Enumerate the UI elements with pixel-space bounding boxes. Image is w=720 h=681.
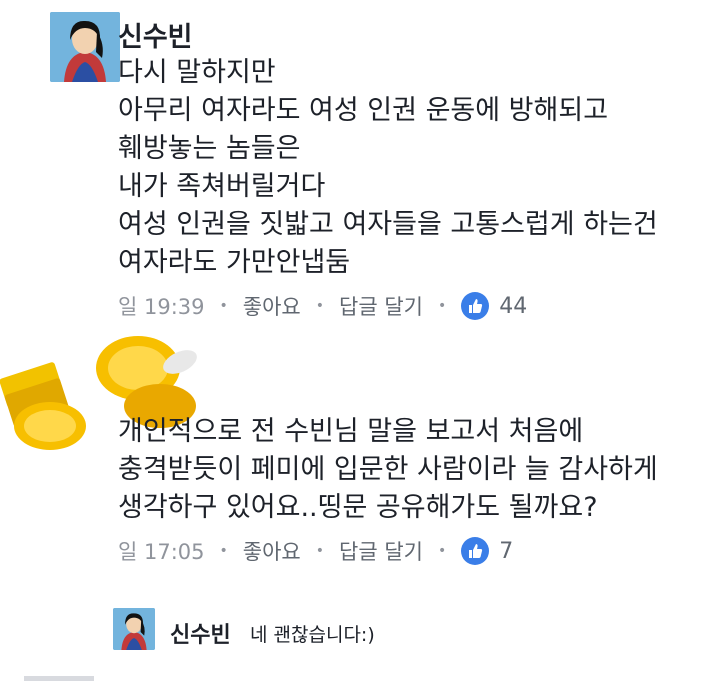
reply-text: 네 괜찮습니다:) (250, 624, 375, 646)
avatar[interactable] (50, 12, 120, 82)
comment-meta: 일 17:05 • 좋아요 • 답글 달기 • 7 (118, 536, 513, 566)
separator-dot: • (315, 298, 325, 314)
comment-line: 여성 인권을 짓밟고 여자들을 고통스럽게 하는건 (118, 209, 658, 240)
separator-dot: • (219, 543, 228, 559)
comment-line: 생각하구 있어요..띵문 공유해가도 될까요? (118, 492, 598, 523)
reply-button[interactable]: 답글 달기 (339, 536, 423, 566)
avatar-illustration (50, 12, 120, 82)
reply-button[interactable]: 답글 달기 (339, 291, 423, 321)
thumbs-up-icon[interactable] (461, 292, 490, 320)
comment-body: 개인적으로 전 수빈님 말을 보고서 처음에충격받듯이 페미에 입문한 사람이라… (118, 413, 658, 527)
comment-line: 개인적으로 전 수빈님 말을 보고서 처음에 (118, 416, 584, 447)
timestamp: 일 17:05 (118, 540, 205, 564)
comment-line: 여자라도 가만안냅둠 (118, 247, 351, 278)
comment-line: 내가 족쳐버릴거다 (118, 171, 326, 202)
like-button[interactable]: 좋아요 (243, 291, 301, 321)
timestamp: 일 19:39 (118, 295, 205, 319)
like-count[interactable]: 44 (499, 294, 527, 319)
avatar-illustration (113, 608, 155, 650)
like-button[interactable]: 좋아요 (243, 536, 301, 566)
reply-author[interactable]: 신수빈 (170, 617, 231, 649)
like-count[interactable]: 7 (499, 539, 513, 564)
comment-line: 아무리 여자라도 여성 인권 운동에 방해되고 (118, 95, 609, 126)
thumbs-up-icon[interactable] (461, 537, 490, 565)
comment-meta: 일 19:39 • 좋아요 • 답글 달기 • 44 (118, 291, 527, 321)
comment-line: 충격받듯이 페미에 입문한 사람이라 늘 감사하게 (118, 454, 658, 485)
separator-dot: • (315, 543, 325, 559)
separator-dot: • (219, 298, 228, 314)
comment-line: 다시 말하지만 (118, 57, 276, 88)
comment-line: 훼방놓는 놈들은 (118, 133, 301, 164)
comment-author[interactable]: 신수빈 (118, 15, 193, 54)
separator-dot: • (437, 543, 447, 559)
next-avatar-edge (24, 676, 94, 681)
comment-body: 다시 말하지만아무리 여자라도 여성 인권 운동에 방해되고훼방놓는 놈들은내가… (118, 54, 658, 282)
separator-dot: • (437, 298, 447, 314)
reply-avatar[interactable] (113, 608, 155, 650)
